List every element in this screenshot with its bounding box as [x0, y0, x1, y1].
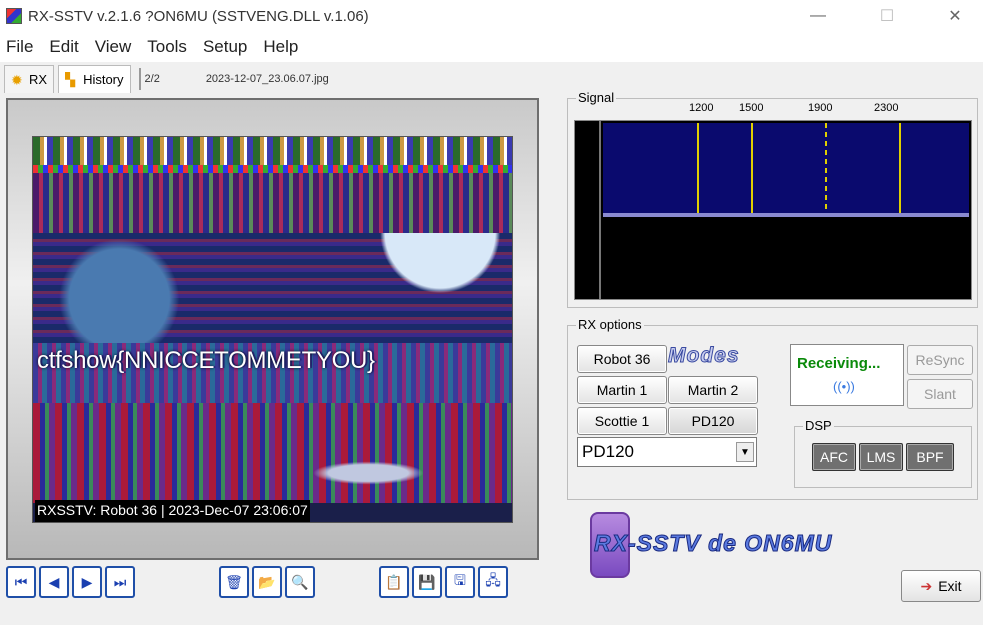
- open-folder-button[interactable]: 📂: [252, 566, 282, 598]
- menu-view[interactable]: View: [95, 37, 132, 57]
- prev-image-button[interactable]: ◀: [39, 566, 69, 598]
- exit-button[interactable]: ➔ Exit: [901, 570, 981, 602]
- save-button[interactable]: 💾: [412, 566, 442, 598]
- bpf-button[interactable]: BPF: [906, 443, 954, 471]
- copy-button[interactable]: 📋: [379, 566, 409, 598]
- delete-button[interactable]: 🗑: [219, 566, 249, 598]
- menu-file[interactable]: File: [6, 37, 33, 57]
- brand-logo-text: RX-SSTV de ON6MU: [593, 530, 833, 557]
- tab-rx-label: RX: [29, 72, 48, 87]
- menu-edit[interactable]: Edit: [49, 37, 78, 57]
- dsp-label: DSP: [803, 418, 834, 433]
- freq-marker-2300: [899, 123, 901, 213]
- freq-label-1900: 1900: [808, 102, 833, 114]
- menu-tools[interactable]: Tools: [147, 37, 187, 57]
- mode-robot36-button[interactable]: Robot 36: [577, 345, 667, 373]
- freq-label-2300: 2300: [874, 102, 899, 114]
- mode-scottie1-button[interactable]: Scottie 1: [577, 407, 667, 435]
- freq-marker-1500: [751, 123, 753, 213]
- sstv-image: ctfshow{NNICCETOMMETYOU} RXSSTV: Robot 3…: [32, 136, 513, 523]
- mode-pd120-button[interactable]: PD120: [668, 407, 758, 435]
- receiving-status: Receiving...: [797, 355, 881, 372]
- antenna-icon: ((•)): [833, 379, 855, 394]
- brand-logo: RX-SSTV de ON6MU: [590, 512, 950, 582]
- menu-setup[interactable]: Setup: [203, 37, 247, 57]
- window-title: RX-SSTV v.2.1.6 ?ON6MU (SSTVENG.DLL v.1.…: [28, 7, 369, 25]
- menu-bar: File Edit View Tools Setup Help: [0, 32, 983, 62]
- maximize-button[interactable]: ☐: [864, 0, 910, 32]
- slant-button[interactable]: Slant: [907, 379, 973, 409]
- menu-help[interactable]: Help: [263, 37, 298, 57]
- afc-button[interactable]: AFC: [812, 443, 856, 471]
- app-icon[interactable]: [6, 8, 22, 24]
- first-image-button[interactable]: ⏮: [6, 566, 36, 598]
- exit-label: Exit: [938, 578, 962, 594]
- freq-marker-1900: [825, 123, 827, 213]
- zoom-button[interactable]: 🔍: [285, 566, 315, 598]
- minimize-button[interactable]: —: [795, 0, 841, 32]
- image-caption: RXSSTV: Robot 36 | 2023-Dec-07 23:06:07: [35, 500, 310, 522]
- image-tools-toolbar: 🗑 📂 🔍: [219, 566, 318, 600]
- receiving-status-panel: Receiving... ((•)): [790, 344, 904, 406]
- spectrum-view: [603, 123, 969, 213]
- exit-icon: ➔: [920, 577, 933, 594]
- freq-label-1200: 1200: [689, 102, 714, 114]
- freq-marker-1200: [697, 123, 699, 213]
- rx-options-label: RX options: [576, 317, 644, 332]
- mode-martin1-button[interactable]: Martin 1: [577, 376, 667, 404]
- waterfall-view: [603, 219, 969, 297]
- resync-button[interactable]: ReSync: [907, 345, 973, 375]
- title-bar: RX-SSTV v.2.1.6 ?ON6MU (SSTVENG.DLL v.1.…: [0, 0, 983, 32]
- last-image-button[interactable]: ⏭: [105, 566, 135, 598]
- mode-martin2-button[interactable]: Martin 2: [668, 376, 758, 404]
- settings-button[interactable]: 🖧: [478, 566, 508, 598]
- next-image-button[interactable]: ▶: [72, 566, 102, 598]
- file-toolbar: 📋 💾 🖫 🖧: [379, 566, 511, 600]
- signal-display: [574, 120, 972, 300]
- image-filename: 2023-12-07_23.06.07.jpg: [205, 73, 329, 85]
- history-icon: ▚: [65, 71, 76, 87]
- freq-label-1500: 1500: [739, 102, 764, 114]
- tab-rx[interactable]: ✹ RX: [4, 65, 55, 93]
- page-counter: 2/2: [138, 68, 160, 90]
- modes-logo: Modes: [668, 344, 740, 368]
- tab-history[interactable]: ▚ History: [58, 65, 131, 93]
- signal-label: Signal: [576, 90, 617, 105]
- close-button[interactable]: ✕: [932, 0, 978, 32]
- navigation-toolbar: ⏮ ◀ ▶ ⏭: [6, 566, 138, 600]
- chevron-down-icon[interactable]: ▼: [736, 442, 754, 462]
- image-viewer: ctfshow{NNICCETOMMETYOU} RXSSTV: Robot 3…: [6, 98, 539, 560]
- image-overlay-text: ctfshow{NNICCETOMMETYOU}: [37, 347, 375, 374]
- spectrum-separator: [603, 213, 969, 217]
- tab-history-label: History: [83, 72, 124, 87]
- tab-bar: ✹ RX ▚ History 2/2 2023-12-07_23.06.07.j…: [0, 62, 560, 96]
- save-as-button[interactable]: 🖫: [445, 566, 475, 598]
- signal-level-meter: [575, 121, 601, 299]
- lms-button[interactable]: LMS: [859, 443, 903, 471]
- mode-dropdown[interactable]: PD120 ▼: [577, 437, 757, 467]
- mode-dropdown-value: PD120: [582, 442, 634, 461]
- gear-icon: ✹: [11, 71, 23, 88]
